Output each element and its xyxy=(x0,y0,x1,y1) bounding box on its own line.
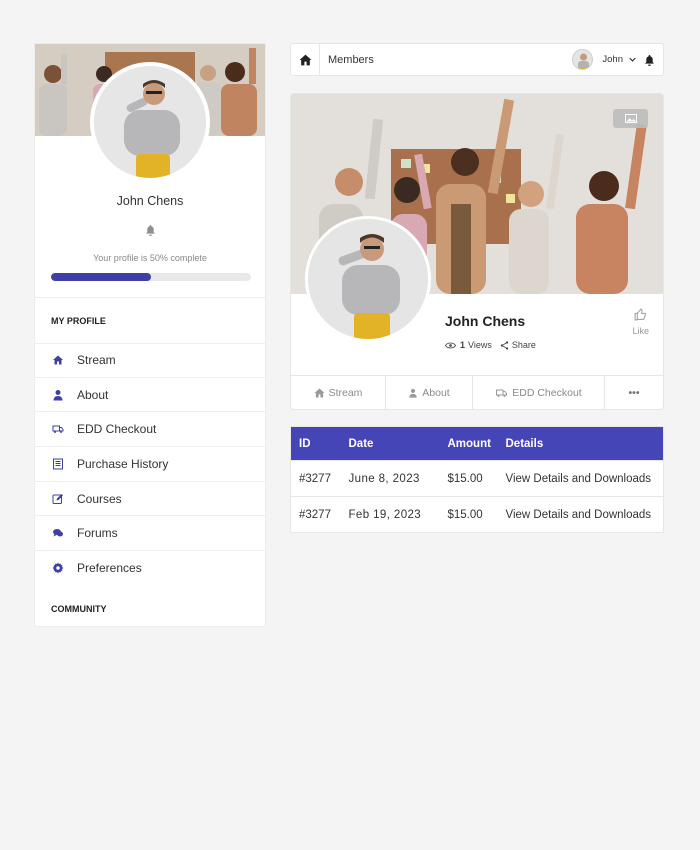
sidebar-user-name: John Chens xyxy=(116,194,184,208)
purchase-table: ID Date Amount Details #3277 June 8, 202… xyxy=(290,426,664,533)
sidebar-item-edd-checkout[interactable]: EDD Checkout xyxy=(35,412,265,448)
tab-label: EDD Checkout xyxy=(512,386,582,399)
table-row: #3277 Feb 19, 2023 $15.00 View Details a… xyxy=(290,496,664,533)
tab-edd-checkout[interactable]: EDD Checkout xyxy=(473,376,605,409)
profile-sidebar: John Chens Your profile is 50% complete … xyxy=(34,43,266,627)
eye-icon xyxy=(445,342,456,348)
views-count: 1 xyxy=(460,340,466,350)
sidebar-item-label: About xyxy=(77,387,109,402)
user-icon xyxy=(409,388,418,398)
share-button[interactable]: Share xyxy=(500,340,536,350)
more-icon: ••• xyxy=(628,386,640,399)
profile-progress-fill xyxy=(51,273,151,281)
more-options-button[interactable]: ••• xyxy=(605,376,663,409)
order-amount: $15.00 xyxy=(439,460,498,497)
avatar[interactable] xyxy=(572,49,594,70)
profile-meta: 1 Views Share xyxy=(445,340,536,350)
home-button[interactable] xyxy=(291,44,320,75)
profile-progress-bar xyxy=(51,273,251,281)
home-icon xyxy=(52,354,64,366)
table-header-row: ID Date Amount Details xyxy=(290,426,664,461)
sidebar-item-label: Stream xyxy=(77,353,116,368)
sidebar-item-courses[interactable]: Courses xyxy=(35,482,265,517)
user-name[interactable]: John xyxy=(602,54,623,65)
sidebar-item-label: Preferences xyxy=(77,561,142,576)
comments-icon xyxy=(52,527,64,539)
chevron-down-icon[interactable] xyxy=(629,57,636,62)
sidebar-avatar[interactable] xyxy=(90,62,210,182)
order-id: #3277 xyxy=(290,496,341,533)
gear-icon xyxy=(52,562,64,574)
order-details-link[interactable]: View Details and Downloads xyxy=(497,460,664,497)
table-row: #3277 June 8, 2023 $15.00 View Details a… xyxy=(290,460,664,497)
sidebar-item-label: Purchase History xyxy=(77,456,169,471)
section-community[interactable]: COMMUNITY xyxy=(51,604,107,614)
section-my-profile: MY PROFILE xyxy=(51,316,106,326)
profile-progress-text: Your profile is 50% complete xyxy=(93,253,207,263)
column-date: Date xyxy=(340,426,440,461)
share-label: Share xyxy=(511,340,536,350)
order-date: Feb 19, 2023 xyxy=(340,496,440,533)
image-icon xyxy=(624,114,637,123)
home-icon xyxy=(299,54,311,65)
edit-icon xyxy=(52,493,64,505)
receipt-icon xyxy=(52,458,64,470)
tab-label: About xyxy=(422,386,450,399)
profile-menu: Stream About EDD Checkout Purchase Histo… xyxy=(35,343,265,586)
order-details-link[interactable]: View Details and Downloads xyxy=(497,496,664,533)
change-cover-button[interactable] xyxy=(613,109,648,128)
profile-card: John Chens 1 Views Share Like Stream Abo… xyxy=(290,93,664,410)
user-icon xyxy=(52,389,64,401)
like-label: Like xyxy=(632,326,649,336)
order-amount: $15.00 xyxy=(439,496,498,533)
order-id: #3277 xyxy=(290,460,341,497)
views-label: Views xyxy=(468,340,492,350)
bell-icon[interactable] xyxy=(644,54,655,66)
sidebar-item-preferences[interactable]: Preferences xyxy=(35,551,265,586)
thumbs-up-icon xyxy=(634,308,647,321)
column-id: ID xyxy=(290,426,341,461)
truck-icon xyxy=(496,389,508,397)
home-icon xyxy=(314,387,325,398)
sidebar-item-label: EDD Checkout xyxy=(77,422,157,437)
sidebar-item-purchase-history[interactable]: Purchase History xyxy=(35,447,265,482)
notification-bell-icon[interactable] xyxy=(35,223,265,241)
order-date: June 8, 2023 xyxy=(340,460,440,497)
truck-icon xyxy=(52,423,64,435)
sidebar-item-forums[interactable]: Forums xyxy=(35,516,265,552)
top-bar: Members John xyxy=(290,43,664,76)
sidebar-item-about[interactable]: About xyxy=(35,378,265,413)
profile-avatar[interactable] xyxy=(305,216,431,342)
column-amount: Amount xyxy=(439,426,498,461)
divider xyxy=(35,297,265,298)
sidebar-item-label: Forums xyxy=(77,526,118,541)
sidebar-item-label: Courses xyxy=(77,491,122,506)
breadcrumb[interactable]: Members xyxy=(328,54,572,66)
share-icon xyxy=(500,340,509,350)
tab-about[interactable]: About xyxy=(386,376,473,409)
tab-stream[interactable]: Stream xyxy=(291,376,386,409)
like-button[interactable]: Like xyxy=(632,308,649,336)
sidebar-item-stream[interactable]: Stream xyxy=(35,343,265,378)
column-details: Details xyxy=(497,426,664,461)
profile-name: John Chens xyxy=(445,313,526,329)
profile-tabs: Stream About EDD Checkout ••• xyxy=(291,375,663,409)
tab-label: Stream xyxy=(328,386,363,399)
